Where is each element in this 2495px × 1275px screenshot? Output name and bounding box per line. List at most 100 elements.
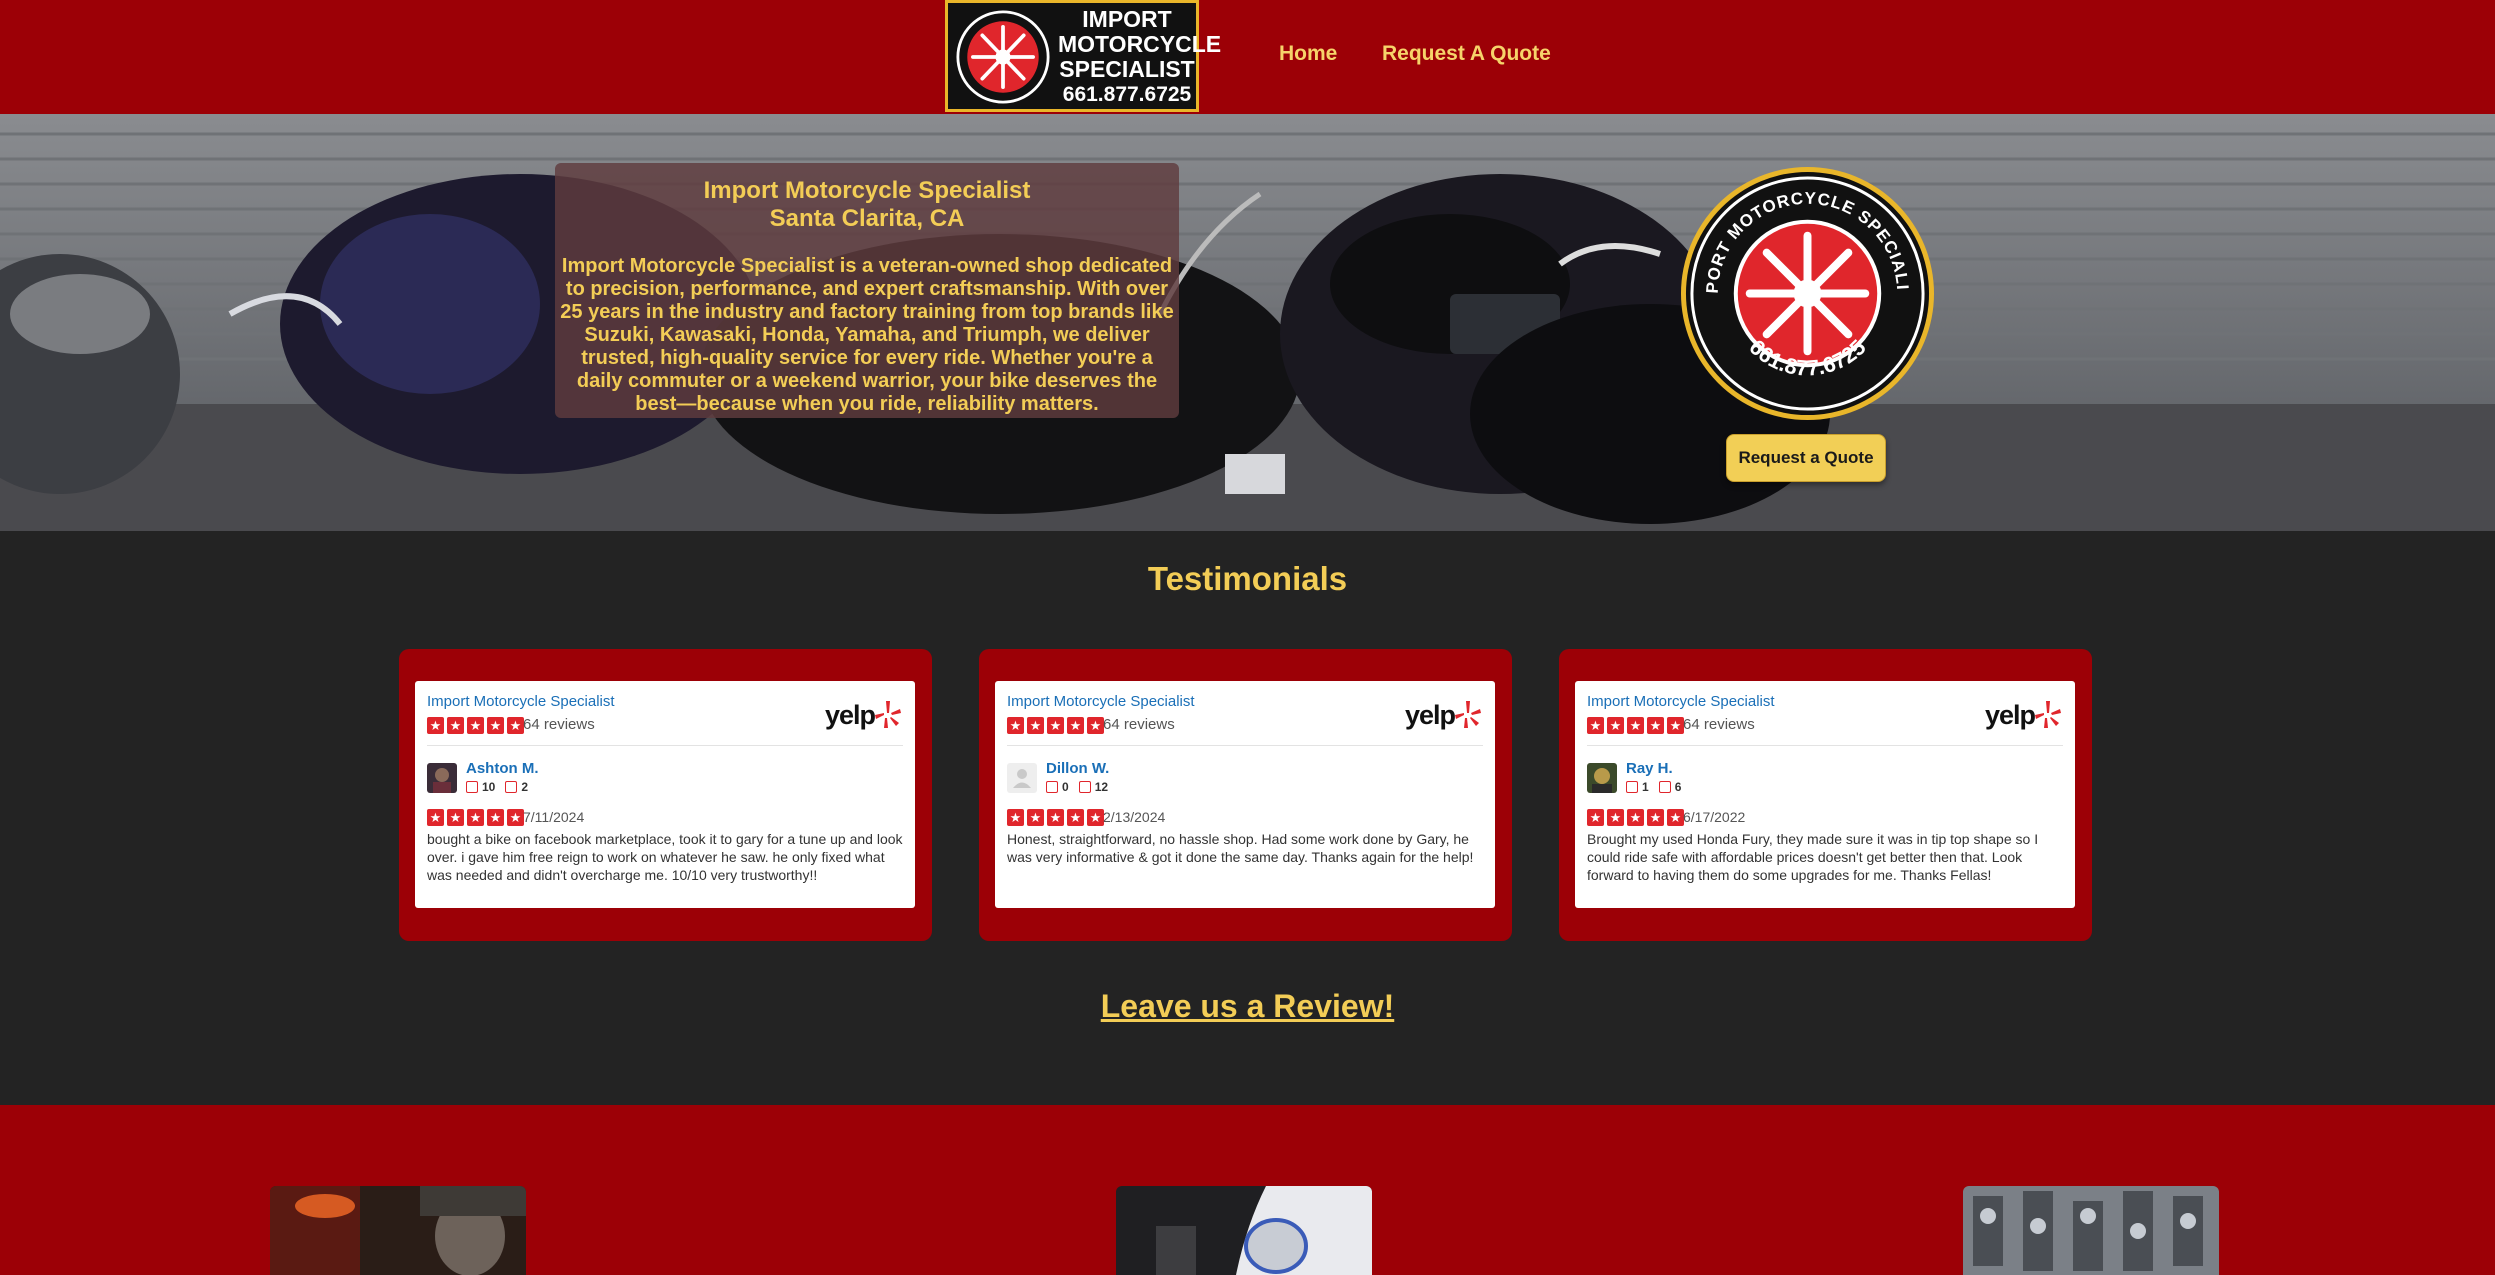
star-icon: ★	[467, 809, 484, 826]
review-rating-stars: ★ ★ ★ ★ ★	[1587, 809, 1684, 826]
site-header: IMPORT MOTORCYCLE SPECIALIST 661.877.672…	[0, 0, 2495, 114]
yelp-burst-icon	[2035, 701, 2061, 728]
reviewer-name-link[interactable]: Ashton M.	[466, 760, 539, 777]
friends-stat: 0	[1046, 780, 1069, 794]
hero-description: Import Motorcycle Specialist is a vetera…	[560, 255, 1174, 415]
review-star-icon	[1658, 781, 1671, 793]
business-rating-stars: ★ ★ ★ ★ ★	[1587, 717, 1684, 734]
review-rating-stars: ★ ★ ★ ★ ★	[427, 809, 524, 826]
reviews-stat: 2	[505, 780, 528, 794]
review-date: 7/11/2024	[523, 809, 585, 825]
service-photo-mechanic	[270, 1186, 526, 1275]
yelp-logo-text: yelp	[1984, 700, 2036, 730]
business-name-link[interactable]: Import Motorcycle Specialist	[427, 693, 615, 710]
business-rating-stars: ★ ★ ★ ★ ★	[1007, 717, 1104, 734]
friends-stat: 10	[466, 780, 495, 794]
reviewer-review-count: 2	[521, 780, 529, 794]
yelp-logo[interactable]: yelp	[825, 697, 901, 729]
star-icon: ★	[1647, 717, 1664, 734]
yelp-review-widget: Import Motorcycle Specialist ★ ★ ★ ★ ★ 64 re…	[1575, 681, 2075, 908]
friends-count: 1	[1642, 780, 1649, 794]
reviewer-review-count: 6	[1674, 780, 1682, 794]
logo-line-1: IMPORT	[1082, 6, 1172, 32]
logo[interactable]: IMPORT MOTORCYCLE SPECIALIST 661.877.672…	[945, 0, 1221, 112]
yelp-logo-text: yelp	[824, 700, 876, 730]
star-icon: ★	[467, 717, 484, 734]
hero-background-image	[0, 114, 2495, 531]
leave-review: Leave us a Review!	[0, 988, 2495, 1025]
star-icon: ★	[1087, 809, 1104, 826]
star-icon: ★	[1007, 809, 1024, 826]
hero-title: Import Motorcycle Specialist	[703, 177, 1031, 204]
user-avatar[interactable]	[1007, 763, 1037, 793]
review-text: bought a bike on facebook marketplace, t…	[427, 831, 903, 883]
star-icon: ★	[1667, 717, 1684, 734]
yelp-burst-icon	[1455, 701, 1481, 728]
yelp-review-widget: Import Motorcycle Specialist ★ ★ ★ ★ ★ 64 re…	[995, 681, 1495, 908]
star-icon: ★	[427, 809, 444, 826]
leave-review-link[interactable]: Leave us a Review!	[1101, 988, 1394, 1024]
friends-stat: 1	[1626, 780, 1649, 794]
star-icon: ★	[1667, 809, 1684, 826]
friends-icon	[466, 781, 478, 793]
reviewer-stats: 0 12	[1046, 780, 1108, 794]
star-icon: ★	[1047, 809, 1064, 826]
review-date: 2/13/2024	[1103, 809, 1166, 825]
business-name-link[interactable]: Import Motorcycle Specialist	[1587, 693, 1775, 710]
reviewer-stats: 10 2	[466, 780, 528, 794]
star-icon: ★	[1627, 809, 1644, 826]
hero-section: Import Motorcycle Specialist Santa Clari…	[0, 114, 2495, 531]
star-icon: ★	[1007, 717, 1024, 734]
intro-panel: Import Motorcycle Specialist Santa Clari…	[555, 163, 1179, 418]
testimonial-card: Import Motorcycle Specialist ★ ★ ★ ★ ★ 64 re…	[1559, 649, 2092, 941]
request-quote-button[interactable]: Request a Quote	[1726, 434, 1886, 482]
star-icon: ★	[487, 717, 504, 734]
review-text: Honest, straightforward, no hassle shop.…	[1007, 831, 1474, 865]
service-photo-oil	[1116, 1186, 1372, 1275]
service-photo-engine	[1963, 1186, 2219, 1275]
star-icon: ★	[1627, 717, 1644, 734]
reviewer-name-link[interactable]: Ray H.	[1626, 760, 1673, 777]
star-icon: ★	[447, 809, 464, 826]
logo-line-3: SPECIALIST	[1059, 56, 1195, 82]
star-icon: ★	[1027, 809, 1044, 826]
yelp-review-widget: Import Motorcycle Specialist ★ ★ ★ ★ ★ 64 re…	[415, 681, 915, 908]
reviewer-name-link[interactable]: Dillon W.	[1046, 760, 1109, 777]
star-icon: ★	[1087, 717, 1104, 734]
star-icon: ★	[1607, 809, 1624, 826]
card-divider	[1007, 745, 1483, 746]
star-icon: ★	[507, 717, 524, 734]
card-divider	[427, 745, 903, 746]
yelp-logo-text: yelp	[1404, 700, 1456, 730]
hero-location: Santa Clarita, CA	[769, 205, 965, 232]
yelp-burst-icon	[875, 701, 901, 728]
yelp-logo[interactable]: yelp	[1405, 697, 1481, 729]
star-icon: ★	[507, 809, 524, 826]
user-avatar[interactable]	[1587, 763, 1617, 793]
nav-home[interactable]: Home	[1279, 42, 1337, 66]
circular-logo-badge: IMPORT MOTORCYCLE SPECIALIST 661.877.672…	[1678, 164, 1935, 421]
testimonial-card: Import Motorcycle Specialist ★ ★ ★ ★ ★ 64 re…	[979, 649, 1512, 941]
friends-icon	[1046, 781, 1058, 793]
nav-request-quote[interactable]: Request A Quote	[1382, 42, 1551, 66]
business-name-link[interactable]: Import Motorcycle Specialist	[1007, 693, 1195, 710]
card-divider	[1587, 745, 2063, 746]
user-avatar[interactable]	[427, 763, 457, 793]
star-icon: ★	[1027, 717, 1044, 734]
reviews-stat: 12	[1078, 780, 1108, 794]
star-icon: ★	[1067, 809, 1084, 826]
review-count: 64 reviews	[1683, 716, 1755, 733]
review-rating-stars: ★ ★ ★ ★ ★	[1007, 809, 1104, 826]
star-icon: ★	[427, 717, 444, 734]
logo-text: IMPORT MOTORCYCLE SPECIALIST 661.877.672…	[1058, 6, 1221, 107]
star-icon: ★	[1607, 717, 1624, 734]
star-icon: ★	[1587, 809, 1604, 826]
review-count: 64 reviews	[523, 716, 595, 733]
business-rating-stars: ★ ★ ★ ★ ★	[427, 717, 524, 734]
friends-count: 10	[482, 780, 496, 794]
reviews-stat: 6	[1658, 780, 1682, 794]
testimonials-title: Testimonials	[1147, 560, 1348, 597]
yelp-logo[interactable]: yelp	[1985, 697, 2061, 729]
star-icon: ★	[447, 717, 464, 734]
friends-count: 0	[1062, 780, 1069, 794]
